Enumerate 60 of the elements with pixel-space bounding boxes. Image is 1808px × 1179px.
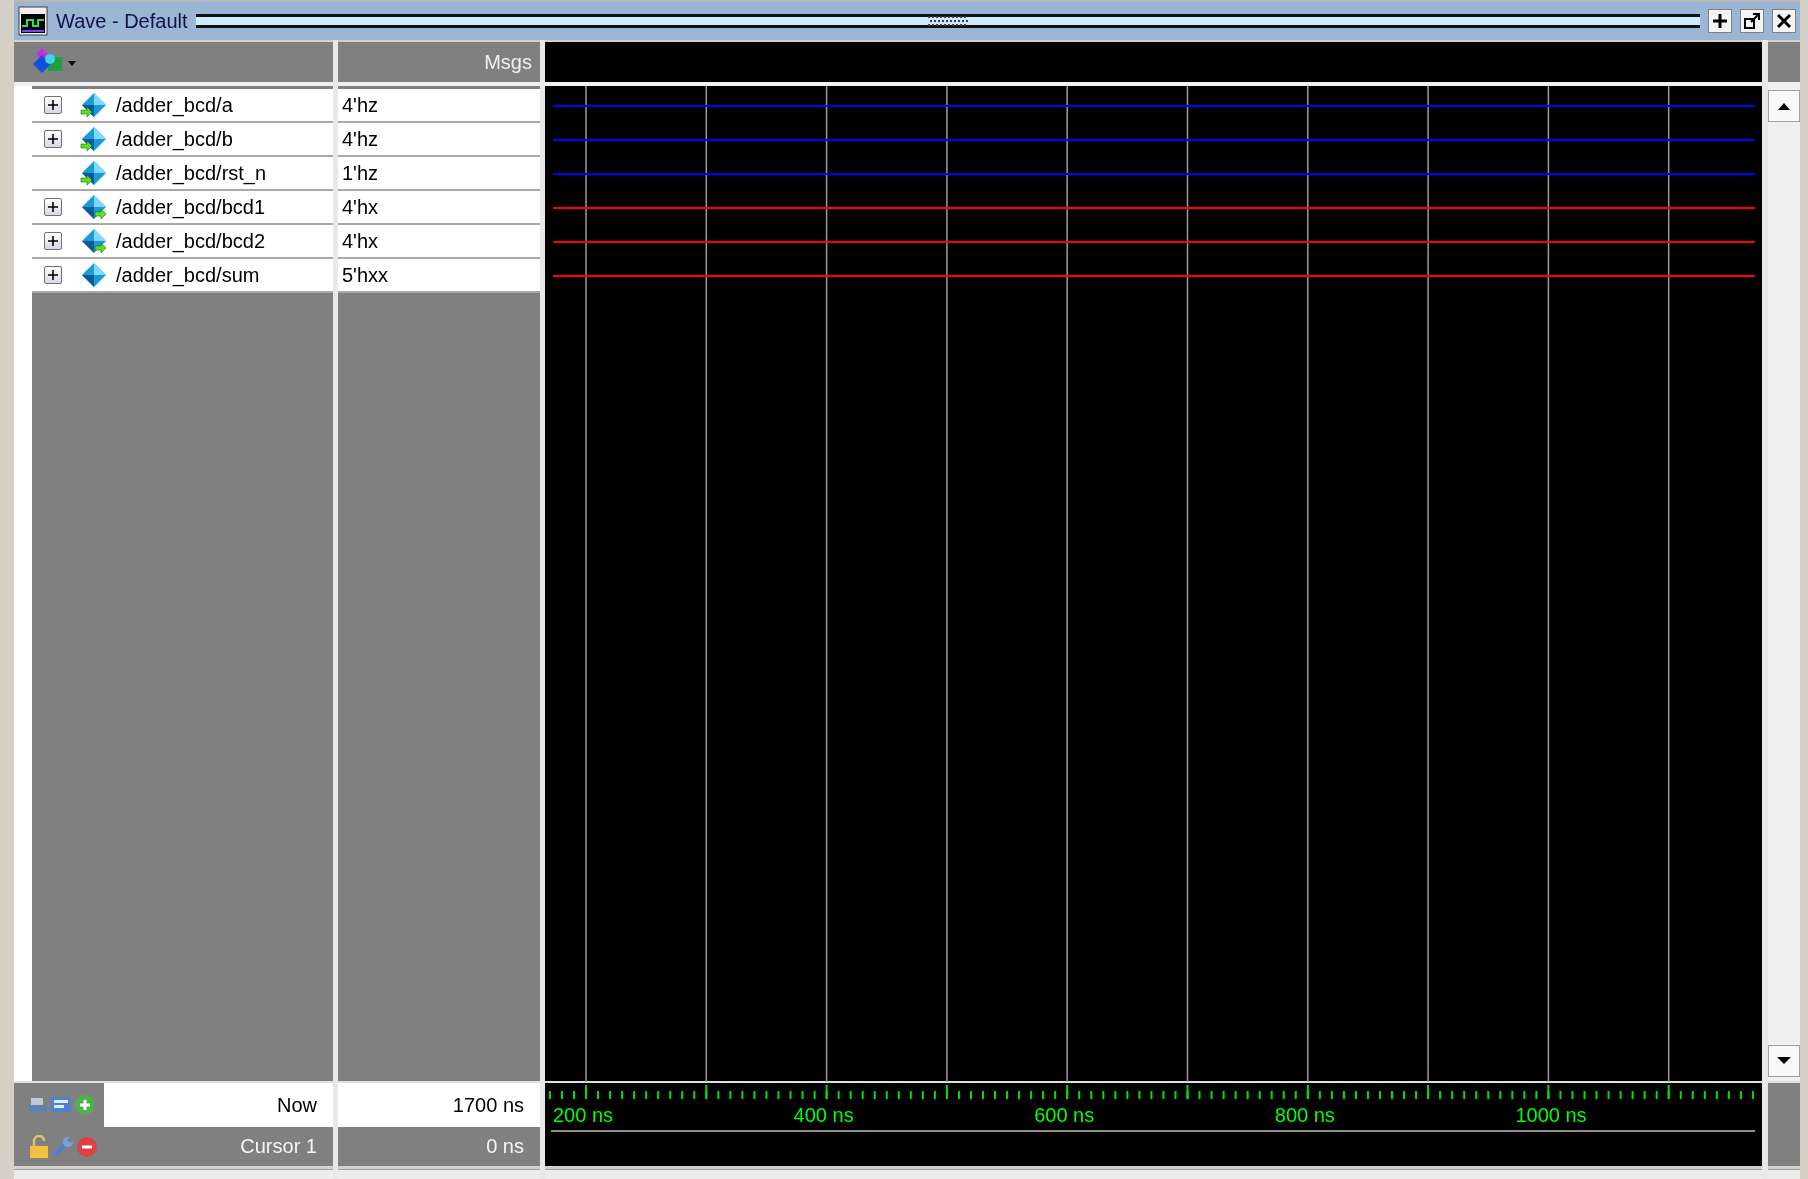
signal-value: 4'hz (338, 89, 540, 123)
cursor-label: Cursor 1 (240, 1135, 318, 1158)
grip-icon (927, 15, 968, 27)
expand-button[interactable] (44, 96, 62, 114)
signal-name: /adder_bcd/bcd2 (116, 229, 265, 253)
signal-name: /adder_bcd/rst_n (116, 161, 267, 185)
time-label: 1000 ns (1515, 1104, 1587, 1126)
horizontal-scrollbar[interactable] (14, 1169, 333, 1179)
signal-row[interactable]: /adder_bcd/sum (32, 259, 333, 293)
up-arrow-icon (1778, 102, 1790, 110)
window-title: Wave - Default (56, 9, 188, 33)
signal-name: /adder_bcd/b (116, 127, 233, 151)
time-label: 600 ns (1034, 1104, 1095, 1126)
plus-icon (48, 236, 58, 246)
signal-name: /adder_bcd/sum (116, 263, 260, 287)
signal-value: 1'hz (338, 157, 540, 191)
scroll-down-button[interactable] (1768, 1045, 1800, 1077)
plus-icon (1711, 12, 1729, 30)
signal-row[interactable]: /adder_bcd/bcd2 (32, 225, 333, 259)
corner-panel (1768, 42, 1800, 82)
undock-button[interactable] (1740, 9, 1764, 33)
signal-row[interactable]: /adder_bcd/a (32, 89, 333, 123)
expand-button[interactable] (44, 198, 62, 216)
wave-window-icon (18, 6, 48, 36)
add-cursor-icon[interactable] (74, 1094, 96, 1116)
close-icon (1775, 12, 1793, 30)
time-label: 800 ns (1274, 1104, 1335, 1126)
plus-icon (48, 202, 58, 212)
printer-icon[interactable] (28, 1095, 48, 1115)
plus-icon (48, 270, 58, 280)
add-pane-button[interactable] (1708, 9, 1732, 33)
signal-row[interactable]: /adder_bcd/b (32, 123, 333, 157)
signal-value: 4'hx (338, 225, 540, 259)
signal-value: 4'hz (338, 123, 540, 157)
scroll-up-button[interactable] (1768, 90, 1800, 122)
signal-value: 5'hxx (338, 259, 540, 293)
column-header: Msgs (484, 50, 532, 74)
plus-icon (48, 100, 58, 110)
now-value: 1700 ns (452, 1093, 525, 1117)
plus-icon (48, 134, 58, 144)
remove-cursor-icon[interactable] (76, 1135, 98, 1158)
lock-icon[interactable] (28, 1134, 50, 1159)
down-arrow-icon (1777, 1057, 1791, 1065)
now-label: Now (277, 1093, 318, 1117)
signal-name: /adder_bcd/bcd1 (116, 195, 265, 219)
time-label: 400 ns (793, 1104, 854, 1126)
time-label: 200 ns (553, 1104, 614, 1126)
expand-button[interactable] (44, 130, 62, 148)
signal-name: /adder_bcd/a (116, 93, 233, 117)
signal-row[interactable]: /adder_bcd/rst_n (32, 157, 333, 191)
expand-button[interactable] (44, 266, 62, 284)
horizontal-scrollbar[interactable] (338, 1169, 540, 1179)
cursor-value: 0 ns (486, 1135, 525, 1158)
horizontal-scrollbar[interactable] (545, 1169, 1762, 1179)
expand-button[interactable] (44, 232, 62, 250)
undock-icon (1743, 12, 1761, 30)
signal-row[interactable]: /adder_bcd/bcd1 (32, 191, 333, 225)
vertical-scrollbar[interactable] (1768, 86, 1800, 1081)
close-button[interactable] (1772, 9, 1796, 33)
signal-value: 4'hx (338, 191, 540, 225)
